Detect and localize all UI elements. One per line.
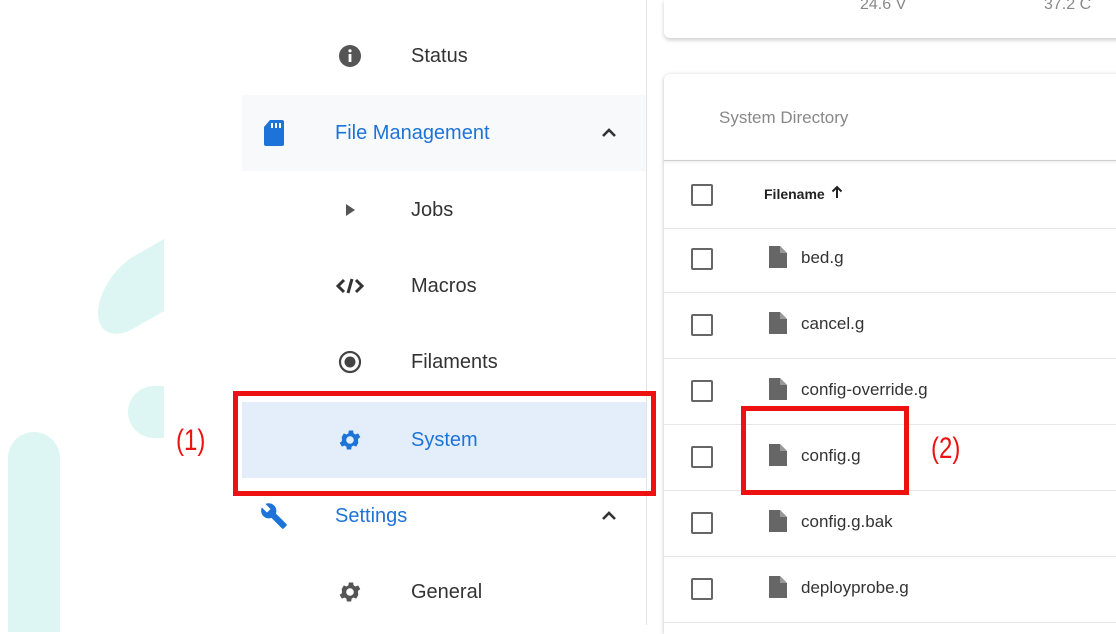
sidebar-item-label: File Management bbox=[335, 121, 490, 144]
column-header-label: Filename bbox=[764, 186, 825, 202]
chevron-up-icon[interactable] bbox=[598, 122, 620, 144]
file-list-card: System Directory Filename bed.g cancel.g… bbox=[664, 74, 1116, 634]
file-icon bbox=[767, 508, 789, 534]
sidebar-item-general[interactable]: General bbox=[242, 554, 646, 630]
radio-icon bbox=[336, 348, 364, 376]
sidebar-item-label: Settings bbox=[335, 504, 408, 527]
file-icon bbox=[767, 244, 789, 270]
sd-card-icon bbox=[260, 119, 288, 147]
select-all-checkbox[interactable] bbox=[691, 184, 713, 206]
annotation-box-1 bbox=[233, 391, 656, 496]
voltage-value: 24.6 V bbox=[860, 0, 907, 13]
sidebar-item-jobs[interactable]: Jobs bbox=[242, 172, 646, 248]
file-name: config-override.g bbox=[801, 380, 928, 399]
info-icon bbox=[336, 42, 364, 70]
sidebar-item-label: General bbox=[411, 580, 483, 603]
row-checkbox[interactable] bbox=[691, 446, 713, 468]
wrench-icon bbox=[260, 502, 288, 530]
row-checkbox[interactable] bbox=[691, 512, 713, 534]
background-shape bbox=[128, 386, 164, 438]
sidebar-divider bbox=[646, 0, 647, 625]
background-shape bbox=[98, 238, 164, 350]
sidebar: Status File Management Jobs Macros Filam… bbox=[242, 0, 646, 625]
sidebar-group-file-management[interactable]: File Management bbox=[242, 95, 646, 171]
sidebar-item-status[interactable]: Status bbox=[242, 18, 646, 94]
file-name: deployprobe.g bbox=[801, 578, 909, 597]
directory-title: System Directory bbox=[719, 108, 849, 127]
sidebar-item-label: Filaments bbox=[411, 350, 498, 373]
table-row[interactable]: deployprobe.g bbox=[664, 556, 1116, 623]
divider bbox=[664, 160, 1116, 161]
sidebar-item-macros[interactable]: Macros bbox=[242, 248, 646, 324]
file-icon bbox=[767, 310, 789, 336]
file-name: bed.g bbox=[801, 248, 844, 267]
sidebar-item-label: Macros bbox=[411, 274, 477, 297]
row-checkbox[interactable] bbox=[691, 578, 713, 600]
annotation-label-2: (2) bbox=[931, 432, 961, 465]
temperature-value: 37.2 C bbox=[1044, 0, 1092, 13]
row-checkbox[interactable] bbox=[691, 314, 713, 336]
status-panel: 24.6 V 37.2 C bbox=[664, 0, 1116, 38]
annotation-label-1: (1) bbox=[176, 424, 206, 457]
sidebar-item-label: Status bbox=[411, 44, 468, 67]
sidebar-item-filaments[interactable]: Filaments bbox=[242, 324, 646, 400]
filename-column-header[interactable]: Filename bbox=[764, 185, 843, 202]
table-row[interactable]: bed.g bbox=[664, 226, 1116, 293]
row-checkbox[interactable] bbox=[691, 380, 713, 402]
file-icon bbox=[767, 376, 789, 402]
file-icon bbox=[767, 574, 789, 600]
code-icon bbox=[336, 272, 364, 300]
sort-ascending-icon bbox=[831, 185, 843, 202]
chevron-up-icon[interactable] bbox=[598, 505, 620, 527]
background-shape bbox=[8, 432, 60, 632]
sidebar-item-label: Jobs bbox=[411, 198, 454, 221]
annotation-box-2 bbox=[741, 406, 909, 495]
table-row[interactable]: config.g.bak bbox=[664, 490, 1116, 557]
gear-icon bbox=[336, 578, 364, 606]
row-checkbox[interactable] bbox=[691, 248, 713, 270]
table-row[interactable]: cancel.g bbox=[664, 292, 1116, 359]
file-name: cancel.g bbox=[801, 314, 865, 333]
file-name: config.g.bak bbox=[801, 512, 893, 531]
play-icon bbox=[336, 196, 364, 224]
table-header: Filename bbox=[664, 162, 1116, 229]
